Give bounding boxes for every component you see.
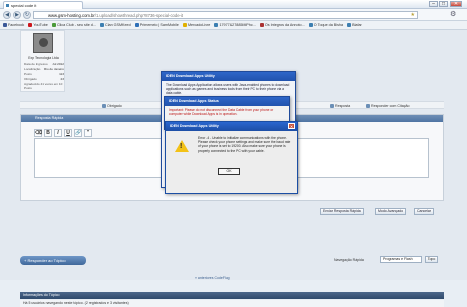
favicon-icon [6, 4, 9, 7]
url-path: /1.upload/showthread.php?8736-special-co… [94, 13, 184, 18]
profile-row: Agradecido 41 vezes em 10 Posts [24, 82, 63, 90]
browser-toolbar: ◀ ▶ ↻ www.gsm-hosting.com.br/1.upload/sh… [0, 9, 467, 21]
editor-toolbar: ⌫ B I U 🔗 " [34, 127, 114, 138]
browser-tab[interactable]: special code it [3, 1, 83, 9]
site-icon [347, 23, 352, 27]
bookmarks-bar: Facebook YouTube Clica Club - seu site d… [0, 21, 467, 30]
quote-icon[interactable]: " [84, 128, 92, 137]
cancel-button[interactable]: Cancelar [414, 208, 435, 215]
wrench-icon[interactable]: ⚙ [450, 11, 456, 19]
thread-info-row: Há 5 usuários navegando neste tópico. (2… [20, 300, 444, 307]
thread-info-header: Informações do Tópico [20, 292, 444, 299]
eraser-icon[interactable]: ⌫ [34, 128, 42, 137]
profile-row: Posts 113 [24, 72, 64, 76]
maximize-button[interactable]: □ [439, 1, 448, 7]
close-button[interactable]: ✕ [450, 1, 462, 7]
warning-mark: ! [180, 143, 183, 150]
italic-icon[interactable]: I [54, 128, 62, 137]
error-dialog: IDEN Download Apps Utility ✕ ! Error -4 … [165, 121, 298, 194]
reply-to-topic-button[interactable]: + Responder ao Tópico [20, 256, 86, 265]
download-status-title: IDEN Download Apps Status [165, 97, 289, 106]
bold-icon[interactable]: B [44, 128, 52, 137]
profile-row: Obrigado 23 [24, 77, 64, 81]
browser-titlebar: special code it – □ ✕ [0, 0, 467, 9]
bookmark-item[interactable]: Clica Club - seu site d... [51, 21, 96, 29]
close-icon[interactable]: ✕ [288, 123, 295, 129]
previous-thread-link[interactable]: « anteriores CodeFlug [195, 276, 230, 280]
link-icon[interactable]: 🔗 [74, 128, 82, 137]
bookmark-item[interactable]: O Toque da Bisha [308, 21, 343, 29]
bookmark-item[interactable]: Primemeio | SamMobile [134, 21, 179, 29]
site-icon [182, 23, 187, 27]
bookmark-item[interactable]: YouTube [28, 21, 48, 29]
bookmark-item[interactable]: Os Integros da Annoto... [259, 21, 305, 29]
forward-icon[interactable]: ▶ [13, 11, 21, 19]
quick-nav-select[interactable]: Programas e Flash [380, 256, 422, 263]
reply-button[interactable]: Resposta [330, 103, 350, 109]
profile-name[interactable]: Exp Tecnologia Ltda [21, 56, 66, 60]
bookmark-star-icon[interactable]: ★ [411, 12, 415, 18]
site-icon [134, 23, 139, 27]
bookmark-item[interactable]: Blafar [347, 21, 362, 29]
bookmark-item[interactable]: Clan GSMKeed [100, 21, 131, 29]
bookmark-item[interactable]: MercadoLivre [182, 21, 210, 29]
thanks-button[interactable]: Obrigado [102, 103, 122, 109]
advanced-mode-button[interactable]: Modo Avançado [375, 208, 407, 215]
error-dialog-title: IDEN Download Apps Utility [166, 122, 297, 131]
avatar[interactable] [33, 33, 53, 53]
quote-reply-button[interactable]: Responder com Citação [366, 103, 410, 109]
youtube-icon [28, 23, 33, 27]
download-apps-description: The Download Apps Application allows use… [166, 83, 290, 95]
underline-icon[interactable]: U [64, 128, 72, 137]
back-icon[interactable]: ◀ [3, 11, 11, 19]
tab-title: special code it [11, 3, 37, 8]
profile-row: Localização Rio de Janeiro [24, 67, 64, 71]
quick-nav-label: Navegação Rápida [334, 258, 364, 262]
site-icon [214, 23, 219, 27]
top-button[interactable]: Topo [425, 256, 438, 263]
site-icon [259, 23, 264, 27]
url-domain: www.gsm-hosting.com.br [48, 13, 95, 18]
reload-icon[interactable]: ↻ [23, 11, 31, 19]
thanks-icon [102, 104, 106, 108]
address-bar[interactable]: www.gsm-hosting.com.br/1.upload/showthre… [33, 11, 418, 19]
download-apps-title: IDEN Download Apps Utility [162, 72, 295, 81]
facebook-icon [3, 23, 7, 27]
error-message: Error -4 - Unable to initialize communic… [198, 136, 291, 153]
minimize-button[interactable]: – [429, 1, 438, 7]
bookmark-item[interactable]: 17977&27885MiPhc... [214, 21, 256, 29]
quote-icon [366, 104, 370, 108]
ok-button[interactable]: OK [218, 168, 240, 175]
site-icon [51, 23, 56, 27]
site-icon [100, 23, 105, 27]
site-icon [308, 23, 313, 27]
profile-row: Data de Ingresso Jul 2012 [24, 62, 64, 66]
download-status-text: Important: Please do not disconnect the … [169, 108, 274, 116]
bookmark-item[interactable]: Facebook [3, 21, 24, 29]
send-quick-reply-button[interactable]: Enviar Resposta Rápida [320, 208, 364, 215]
reply-icon [330, 104, 334, 108]
user-profile-card: Exp Tecnologia Ltda Data de Ingresso Jul … [20, 30, 65, 92]
